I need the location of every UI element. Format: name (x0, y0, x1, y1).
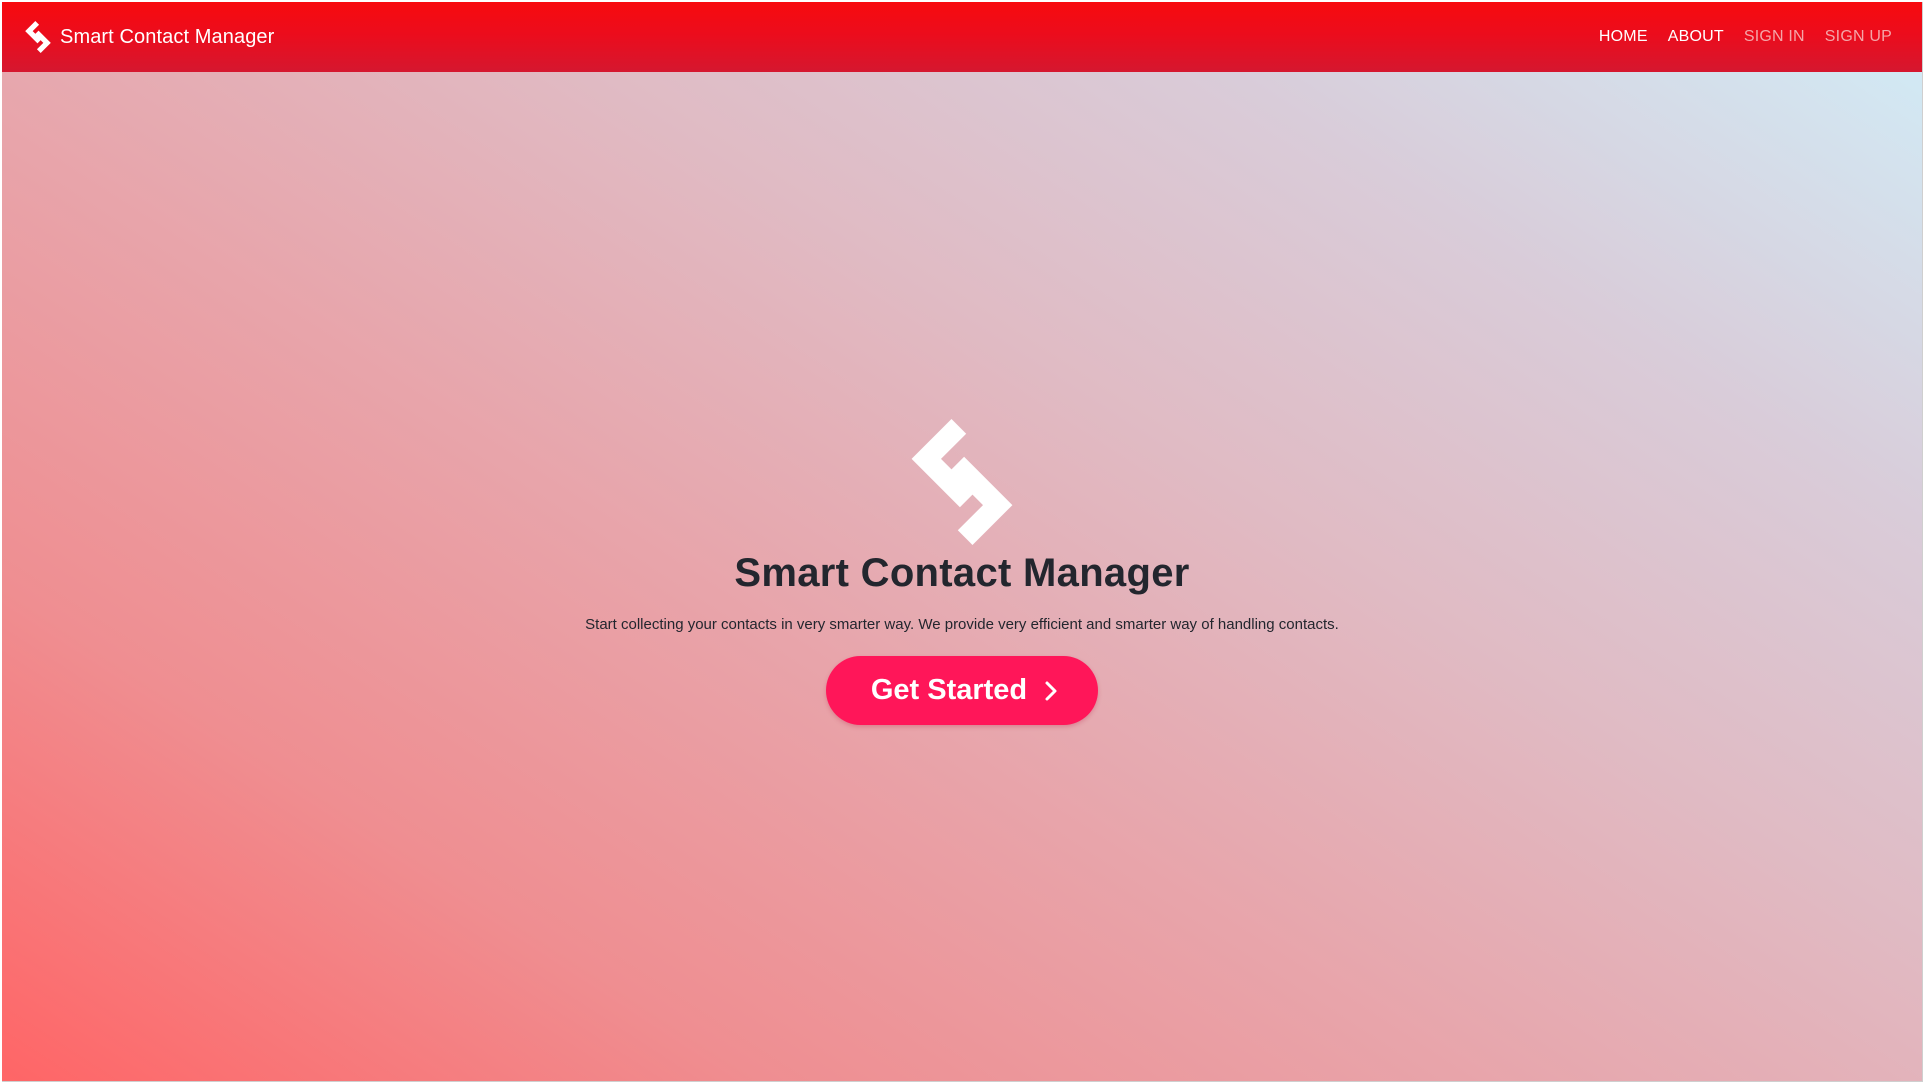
brand-link[interactable]: Smart Contact Manager (24, 21, 274, 53)
nav-links: HOME ABOUT SIGN IN SIGN UP (1599, 28, 1892, 46)
get-started-button[interactable]: Get Started (826, 656, 1098, 725)
top-navbar: Smart Contact Manager HOME ABOUT SIGN IN… (2, 2, 1922, 72)
hero-section: Smart Contact Manager Start collecting y… (2, 72, 1922, 1081)
chevron-right-icon (1045, 681, 1057, 700)
hero-content: Smart Contact Manager Start collecting y… (2, 419, 1922, 725)
hero-subtitle: Start collecting your contacts in very s… (585, 616, 1339, 633)
brand-name: Smart Contact Manager (60, 25, 275, 48)
nav-about-link[interactable]: ABOUT (1668, 28, 1724, 46)
nav-home-link[interactable]: HOME (1599, 28, 1648, 46)
hero-logo-icon (911, 419, 1013, 545)
brand-logo-icon (25, 21, 51, 53)
nav-sign-up-link[interactable]: SIGN UP (1825, 28, 1892, 46)
hero-title: Smart Contact Manager (734, 551, 1190, 595)
nav-sign-in-link[interactable]: SIGN IN (1744, 28, 1805, 46)
browser-viewport: Smart Contact Manager HOME ABOUT SIGN IN… (2, 2, 1923, 1082)
get-started-label: Get Started (870, 674, 1028, 706)
